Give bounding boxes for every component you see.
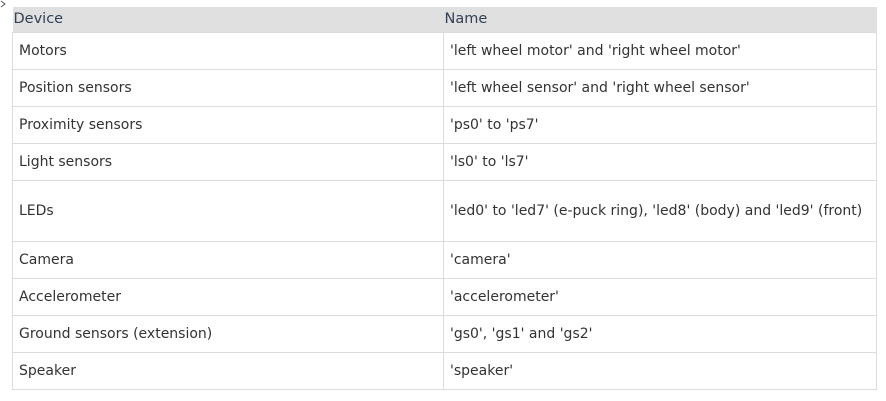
name-cell: 'led0' to 'led7' (e-puck ring), 'led8' (… [443, 180, 877, 242]
name-cell: 'left wheel motor' and 'right wheel moto… [443, 32, 877, 70]
device-cell: Position sensors [12, 69, 444, 107]
name-cell: 'speaker' [443, 352, 877, 390]
table-row: Speaker 'speaker' [12, 352, 877, 390]
device-cell: Motors [12, 32, 444, 70]
table-row: Proximity sensors 'ps0' to 'ps7' [12, 106, 877, 144]
device-cell: Light sensors [12, 143, 444, 181]
name-cell: 'ps0' to 'ps7' [443, 106, 877, 144]
table-row: Motors 'left wheel motor' and 'right whe… [12, 32, 877, 70]
table-row: Accelerometer 'accelerometer' [12, 278, 877, 316]
device-table: Device Name Motors 'left wheel motor' an… [12, 7, 877, 390]
device-cell: Ground sensors (extension) [12, 315, 444, 353]
table-row: Ground sensors (extension) 'gs0', 'gs1' … [12, 315, 877, 353]
column-header-name: Name [443, 7, 877, 33]
table-row: LEDs 'led0' to 'led7' (e-puck ring), 'le… [12, 180, 877, 242]
table-row: Light sensors 'ls0' to 'ls7' [12, 143, 877, 181]
table-row: Position sensors 'left wheel sensor' and… [12, 69, 877, 107]
device-cell: Speaker [12, 352, 444, 390]
corner-resize-icon [0, 0, 6, 8]
name-cell: 'left wheel sensor' and 'right wheel sen… [443, 69, 877, 107]
name-cell: 'gs0', 'gs1' and 'gs2' [443, 315, 877, 353]
name-cell: 'ls0' to 'ls7' [443, 143, 877, 181]
device-cell: Proximity sensors [12, 106, 444, 144]
table-row: Camera 'camera' [12, 241, 877, 279]
header-row: Device Name [12, 7, 877, 33]
device-cell: Camera [12, 241, 444, 279]
name-cell: 'camera' [443, 241, 877, 279]
device-cell: LEDs [12, 180, 444, 242]
device-cell: Accelerometer [12, 278, 444, 316]
column-header-device: Device [12, 7, 444, 33]
name-cell: 'accelerometer' [443, 278, 877, 316]
